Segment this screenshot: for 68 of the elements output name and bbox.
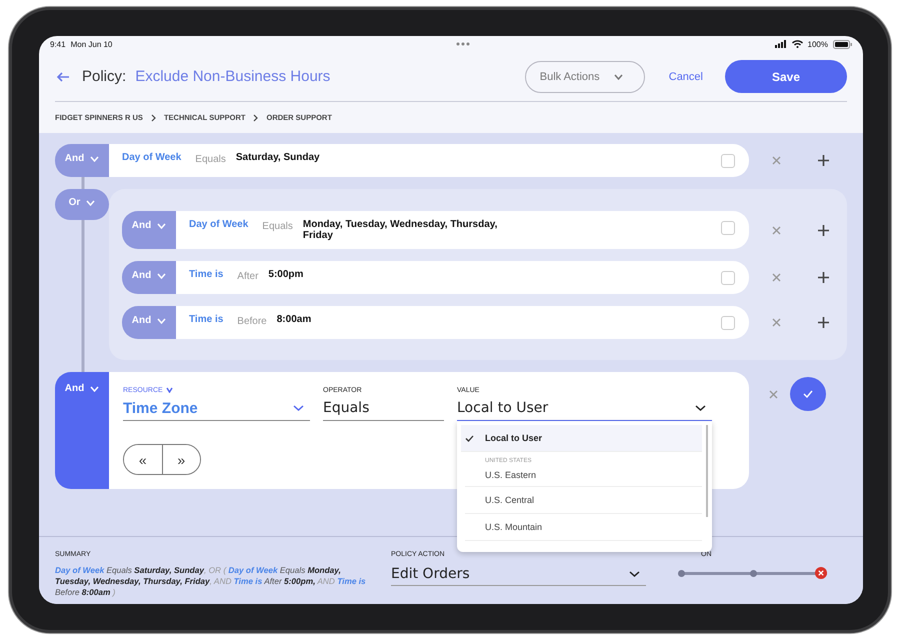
rule-operator: Before <box>237 316 267 327</box>
close-icon[interactable] <box>772 226 780 234</box>
bulk-actions-dropdown[interactable]: Bulk Actions <box>524 60 645 92</box>
rule-value: 8:00am <box>276 314 312 325</box>
checkmark-icon <box>803 390 813 398</box>
resource-select[interactable]: Time Zone <box>123 396 310 421</box>
rule-resource: Time is <box>189 269 224 280</box>
chevron-down-icon <box>86 200 96 206</box>
checkbox[interactable] <box>721 221 735 235</box>
back-arrow-icon <box>56 72 70 82</box>
chevron-down-icon <box>90 386 100 392</box>
rule-operator: After <box>237 271 258 282</box>
save-button[interactable]: Save <box>725 60 847 93</box>
battery-percent: 100% <box>808 40 828 48</box>
connector-dropdown[interactable]: And <box>55 372 109 489</box>
rule-resource: Day of Week <box>189 219 248 230</box>
policy-title: Exclude Non-Business Hours <box>135 68 330 85</box>
wifi-icon <box>792 40 803 48</box>
rule-value: Monday, Tuesday, Wednesday, Thursday, Friday <box>302 219 498 241</box>
nav-button[interactable]: » <box>162 445 200 474</box>
back-button[interactable] <box>56 72 70 82</box>
chevron-down-icon <box>157 223 166 229</box>
rule-operator: Equals <box>195 154 226 165</box>
close-icon[interactable] <box>772 318 780 327</box>
policy-action-select[interactable]: Edit Orders <box>391 563 646 586</box>
menu-option[interactable]: Local to User <box>461 425 702 452</box>
checkbox[interactable] <box>721 316 735 330</box>
battery-icon <box>832 40 853 48</box>
cancel-button[interactable]: Cancel <box>668 70 703 82</box>
rule-resource: Day of Week <box>122 152 182 163</box>
plus-icon[interactable] <box>818 155 828 166</box>
chevron-right-icon <box>150 114 156 122</box>
rule-value: 5:00pm <box>268 269 304 280</box>
plus-icon[interactable] <box>818 317 828 328</box>
chevron-down-icon <box>157 273 166 279</box>
checkmark-icon <box>465 434 474 442</box>
chevron-down-icon <box>293 405 304 411</box>
rule-value: Saturday, Sunday <box>236 152 320 163</box>
status-time: 9:41 <box>50 40 66 48</box>
menu-option[interactable]: U.S. Eastern <box>465 464 702 487</box>
chevron-down-icon <box>166 387 173 393</box>
more-dots-icon <box>456 42 470 46</box>
plus-icon[interactable] <box>818 224 828 236</box>
policy-label: Policy: <box>82 68 126 85</box>
slider-stop <box>750 570 757 577</box>
confirm-button[interactable] <box>790 377 826 411</box>
close-icon[interactable] <box>772 156 780 165</box>
plus-icon[interactable] <box>818 272 828 283</box>
rule-operator: Equals <box>262 221 293 232</box>
slider-thumb[interactable] <box>815 567 827 579</box>
rule-resource: Time is <box>189 314 224 325</box>
summary-text: Day of Week Equals Saturday, Sunday, OR ( Day of Week Equals Monday, Tuesday, Wednesday, Thursday, Friday, AND Time is After 5:00pm, AND Time is Before 8:00am ) <box>55 565 367 598</box>
chevron-right-icon <box>253 114 258 122</box>
signal-icon <box>774 40 787 48</box>
chevron-down-icon <box>90 156 100 162</box>
chevron-down-icon <box>695 405 706 411</box>
checkbox[interactable] <box>721 154 735 168</box>
menu-option[interactable]: U.S. Mountain <box>465 514 702 541</box>
chevron-down-icon <box>629 571 640 577</box>
status-date: Mon Jun 10 <box>70 40 112 48</box>
menu-option[interactable]: U.S. Central <box>465 487 702 514</box>
chevron-down-icon <box>614 74 623 80</box>
operator-field[interactable]: Equals <box>323 396 444 421</box>
close-icon[interactable] <box>769 390 778 399</box>
chevron-down-icon <box>157 318 166 324</box>
slider-stop <box>678 570 685 577</box>
close-icon[interactable] <box>772 273 780 282</box>
checkbox[interactable] <box>721 271 735 285</box>
